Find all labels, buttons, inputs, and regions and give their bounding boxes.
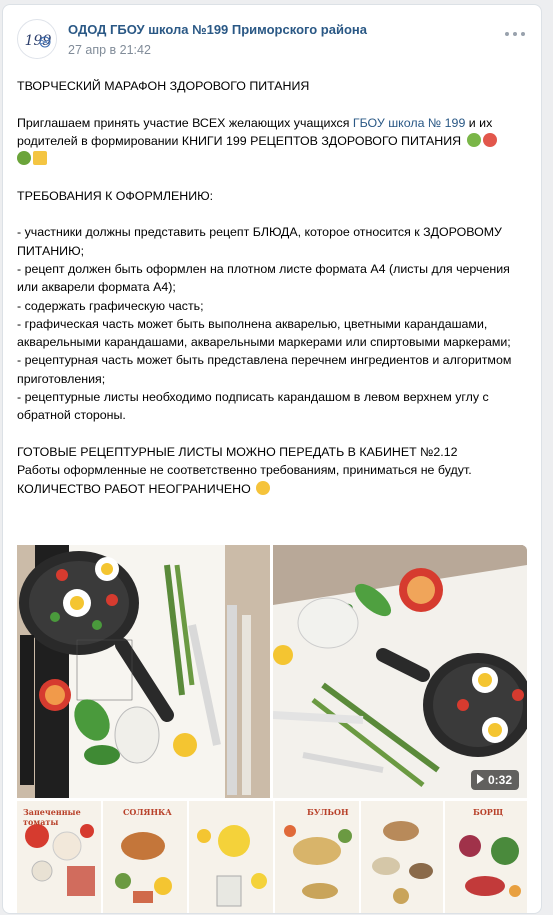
photo-recipe-drawing[interactable] [17,545,270,798]
post-card: 199 ОДОД ГБОУ школа №199 Приморского рай… [2,4,542,914]
requirement-item: - участники должны представить рецепт БЛ… [17,225,502,258]
school-link[interactable]: ГБОУ школа № 199 [353,116,465,130]
thumbnail-photo[interactable]: СОЛЯНКА [103,801,187,913]
meatballs-drawing-image [372,821,433,904]
more-options-button[interactable] [505,27,527,41]
recipe-drawing-image [17,545,270,798]
thumbnail-label: БУЛЬОН [307,807,349,817]
requirement-item: - содержать графическую часть; [17,298,204,313]
avocado-emoji-icon [466,132,481,147]
salad-emoji-icon [17,151,31,166]
author-name[interactable]: ОДОД ГБОУ школа №199 Приморского района [68,22,367,37]
requirement-item: - рецептурная часть может быть представл… [17,353,512,386]
video-duration: 0:32 [487,773,512,787]
thumbnail-photo[interactable] [189,801,273,913]
cheese-emoji-icon [33,151,47,166]
closing-text: КОЛИЧЕСТВО РАБОТ НЕОГРАНИЧЕНО [17,481,251,496]
video-preview[interactable]: 0:32 [273,545,527,798]
closing-line: Работы оформленные не соответственно тре… [17,463,472,478]
thumbnail-photo[interactable]: Запеченные томаты [17,801,101,913]
bouillon-drawing-image [284,825,352,899]
requirements-title: ТРЕБОВАНИЯ К ОФОРМЛЕНИЮ: [17,188,214,203]
video-thumbnail-image [273,545,527,798]
dot-icon [513,32,517,36]
post-header: 199 ОДОД ГБОУ школа №199 Приморского рай… [17,19,527,67]
lemonade-drawing-image [197,825,267,907]
watermelon-emoji-icon [482,132,497,147]
requirement-item: - рецепт должен быть оформлен на плотном… [17,261,510,295]
video-duration-badge: 0:32 [470,770,519,790]
group-avatar[interactable]: 199 [17,19,57,59]
photo-thumbnails: Запеченные томаты СОЛЯНКА БУЛЬОН БОРЩ [17,801,527,913]
wink-emoji-icon [256,480,271,495]
thumbnail-photo[interactable] [361,801,443,913]
thumbnail-photo[interactable]: БУЛЬОН [275,801,359,913]
closing-line: ГОТОВЫЕ РЕЦЕПТУРНЫЕ ЛИСТЫ МОЖНО ПЕРЕДАТЬ… [17,444,458,459]
solyanka-drawing-image [115,832,172,903]
closing-line: КОЛИЧЕСТВО РАБОТ НЕОГРАНИЧЕНО [17,480,527,498]
thumbnail-label: СОЛЯНКА [123,807,172,817]
play-icon [476,774,484,784]
requirement-item: - графическая часть может быть выполнена… [17,316,511,350]
post-title: ТВОРЧЕСКИЙ МАРАФОН ЗДОРОВОГО ПИТАНИЯ [17,79,310,93]
school-logo-icon: 199 [19,21,56,58]
thumbnail-label: БОРЩ [473,807,504,817]
invite-text: Приглашаем принять участие ВСЕХ желающих… [17,115,353,130]
thumbnail-label: Запеченные томаты [23,807,81,827]
thumbnail-photo[interactable]: БОРЩ [445,801,527,913]
dot-icon [521,32,525,36]
post-text: ТВОРЧЕСКИЙ МАРАФОН ЗДОРОВОГО ПИТАНИЯ При… [17,77,527,498]
borscht-drawing-image [459,835,521,897]
post-date[interactable]: 27 апр в 21:42 [68,43,151,57]
requirement-item: - рецептурные листы необходимо подписать… [17,390,489,423]
invite-paragraph: Приглашаем принять участие ВСЕХ желающих… [17,114,527,169]
dot-icon [505,32,509,36]
